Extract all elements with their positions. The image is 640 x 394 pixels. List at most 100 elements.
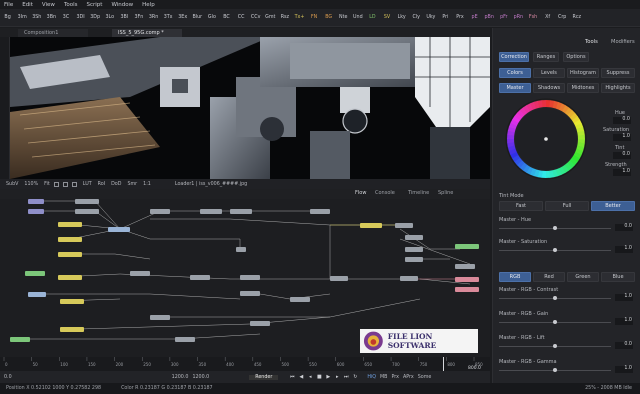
flow-node[interactable] <box>25 271 45 276</box>
go-start-icon[interactable]: ⏮ <box>288 374 296 380</box>
toolbar-button-nte[interactable]: Nte <box>336 15 350 20</box>
go-end-icon[interactable]: ⏭ <box>342 374 350 380</box>
master-saturation-knob[interactable] <box>553 248 557 252</box>
flow-node[interactable] <box>250 321 270 326</box>
flow-node[interactable] <box>58 252 82 257</box>
smr-button[interactable]: Smr <box>127 182 137 187</box>
flow-node[interactable] <box>58 222 82 227</box>
toolbar-button-3bn[interactable]: 3Bn <box>44 15 58 20</box>
flow-node[interactable] <box>28 292 46 297</box>
tab-flow[interactable]: Flow <box>355 190 366 196</box>
toolbar-button-glo[interactable]: Glo <box>205 15 219 20</box>
tab-spline[interactable]: Spline <box>438 190 453 196</box>
flow-node[interactable] <box>236 247 246 252</box>
toolbar-button-sv[interactable]: SV <box>380 15 394 20</box>
toolbar-button-3fn[interactable]: 3Fn <box>132 15 146 20</box>
flow-node[interactable] <box>405 247 423 252</box>
subview-toggle[interactable]: SubV <box>6 182 18 187</box>
in-frame[interactable]: 1200.0 <box>172 375 189 380</box>
flow-node[interactable] <box>75 209 99 214</box>
flow-node[interactable] <box>190 275 210 280</box>
strength-value[interactable]: 1.0 <box>613 169 631 176</box>
toolbar-button-lky[interactable]: Lky <box>395 15 409 20</box>
range-shadows[interactable]: Shadows <box>533 83 565 93</box>
toolbar-button-pri[interactable]: Pri <box>438 15 452 20</box>
toolbar-button-und[interactable]: Und <box>351 15 365 20</box>
step-back-icon[interactable]: ◀ <box>297 374 305 380</box>
step-forward-icon[interactable]: ▸ <box>333 374 341 380</box>
rgb-contrast-value[interactable]: 1.0 <box>615 294 633 301</box>
tint-full[interactable]: Full <box>545 201 589 211</box>
flow-node[interactable] <box>75 199 99 204</box>
flow-node[interactable] <box>455 287 479 292</box>
toolbar-button-3lo[interactable]: 3Lo <box>103 15 117 20</box>
prx-button[interactable]: Prx <box>391 375 399 380</box>
ratio-button[interactable]: 1:1 <box>143 182 151 187</box>
toolbar-button-pfr[interactable]: pFr <box>497 15 511 20</box>
toolbar-button-gmt[interactable]: Gmt <box>263 15 277 20</box>
flow-node[interactable] <box>360 223 382 228</box>
toolbar-button-prx[interactable]: Prx <box>453 15 467 20</box>
channel-green[interactable]: Green <box>567 272 599 282</box>
toolbar-button-cly[interactable]: Cly <box>409 15 423 20</box>
mode-histogram[interactable]: Histogram <box>567 68 599 78</box>
play-reverse-icon[interactable]: ◂ <box>306 374 314 380</box>
tab-options[interactable]: Options <box>563 52 589 62</box>
flow-node[interactable] <box>240 291 260 296</box>
rgb-lift-knob[interactable] <box>553 344 557 348</box>
toolbar-button-fn[interactable]: FN <box>307 15 321 20</box>
channel-blue[interactable]: Blue <box>601 272 635 282</box>
rgb-lift-value[interactable]: 0.0 <box>615 342 633 349</box>
rgb-gain-value[interactable]: 1.0 <box>615 318 633 325</box>
toolbar-button-ccv[interactable]: CCv <box>249 15 263 20</box>
rgb-contrast-knob[interactable] <box>553 296 557 300</box>
flow-node[interactable] <box>395 223 413 228</box>
flow-node[interactable] <box>58 275 82 280</box>
toolbar-button-pbn[interactable]: pBn <box>482 15 496 20</box>
tab-timeline[interactable]: Timeline <box>408 190 429 196</box>
range-highlights[interactable]: Highlights <box>601 83 635 93</box>
rgb-gamma-knob[interactable] <box>553 368 557 372</box>
toolbar-button-prn[interactable]: pRn <box>511 15 525 20</box>
play-icon[interactable]: ▶ <box>324 374 332 380</box>
menu-file[interactable]: File <box>4 2 13 8</box>
viewer-image[interactable] <box>10 37 490 179</box>
flow-node[interactable] <box>130 271 150 276</box>
start-frame[interactable]: 0.0 <box>4 375 12 380</box>
menu-edit[interactable]: Edit <box>22 2 33 8</box>
rgb-gain-knob[interactable] <box>553 320 557 324</box>
menu-tools[interactable]: Tools <box>64 2 78 8</box>
mode-suppress[interactable]: Suppress <box>601 68 635 78</box>
toolbar-button-3rn[interactable]: 3Rn <box>147 15 161 20</box>
toolbar-button-tx[interactable]: Tx+ <box>292 15 306 20</box>
flow-node[interactable] <box>60 327 84 332</box>
toolbar-button-3sh[interactable]: 3Sh <box>30 15 44 20</box>
aprx-button[interactable]: APrx <box>403 375 414 380</box>
flow-node[interactable] <box>330 276 348 281</box>
toolbar-button-blur[interactable]: Blur <box>190 15 204 20</box>
flow-node[interactable] <box>58 237 82 242</box>
channel-toggle-icon[interactable] <box>62 181 68 187</box>
toolbar-button-3dp[interactable]: 3Dp <box>88 15 102 20</box>
flow-node[interactable] <box>175 337 195 342</box>
flow-node[interactable] <box>60 299 84 304</box>
channel-red[interactable]: Red <box>533 272 565 282</box>
timeline-ruler[interactable]: 0 50 100 150 200 250 300 350 400 450 500 550 600 650 7… <box>0 357 490 371</box>
color-wheel[interactable] <box>505 98 587 180</box>
flow-node-graph[interactable]: FILE LION SOFTWARE <box>0 199 490 357</box>
menu-window[interactable]: Window <box>111 2 133 8</box>
toolbar-button-3bl[interactable]: 3Bl <box>117 15 131 20</box>
menu-script[interactable]: Script <box>87 2 103 8</box>
flow-node[interactable] <box>400 276 418 281</box>
toolbar-button-fsh[interactable]: Fsh <box>526 15 540 20</box>
tab-correction[interactable]: Correction <box>499 52 529 62</box>
loop-icon[interactable]: ↻ <box>351 374 359 380</box>
flow-node[interactable] <box>150 315 170 320</box>
toolbar-button-rcz[interactable]: Rcz <box>570 15 584 20</box>
flow-node[interactable] <box>240 275 260 280</box>
tint-better[interactable]: Better <box>591 201 635 211</box>
toolbar-button-pe[interactable]: pE <box>468 15 482 20</box>
flow-node[interactable] <box>108 227 130 232</box>
mode-colors[interactable]: Colors <box>499 68 531 78</box>
tint-value[interactable]: 0.0 <box>613 152 631 159</box>
